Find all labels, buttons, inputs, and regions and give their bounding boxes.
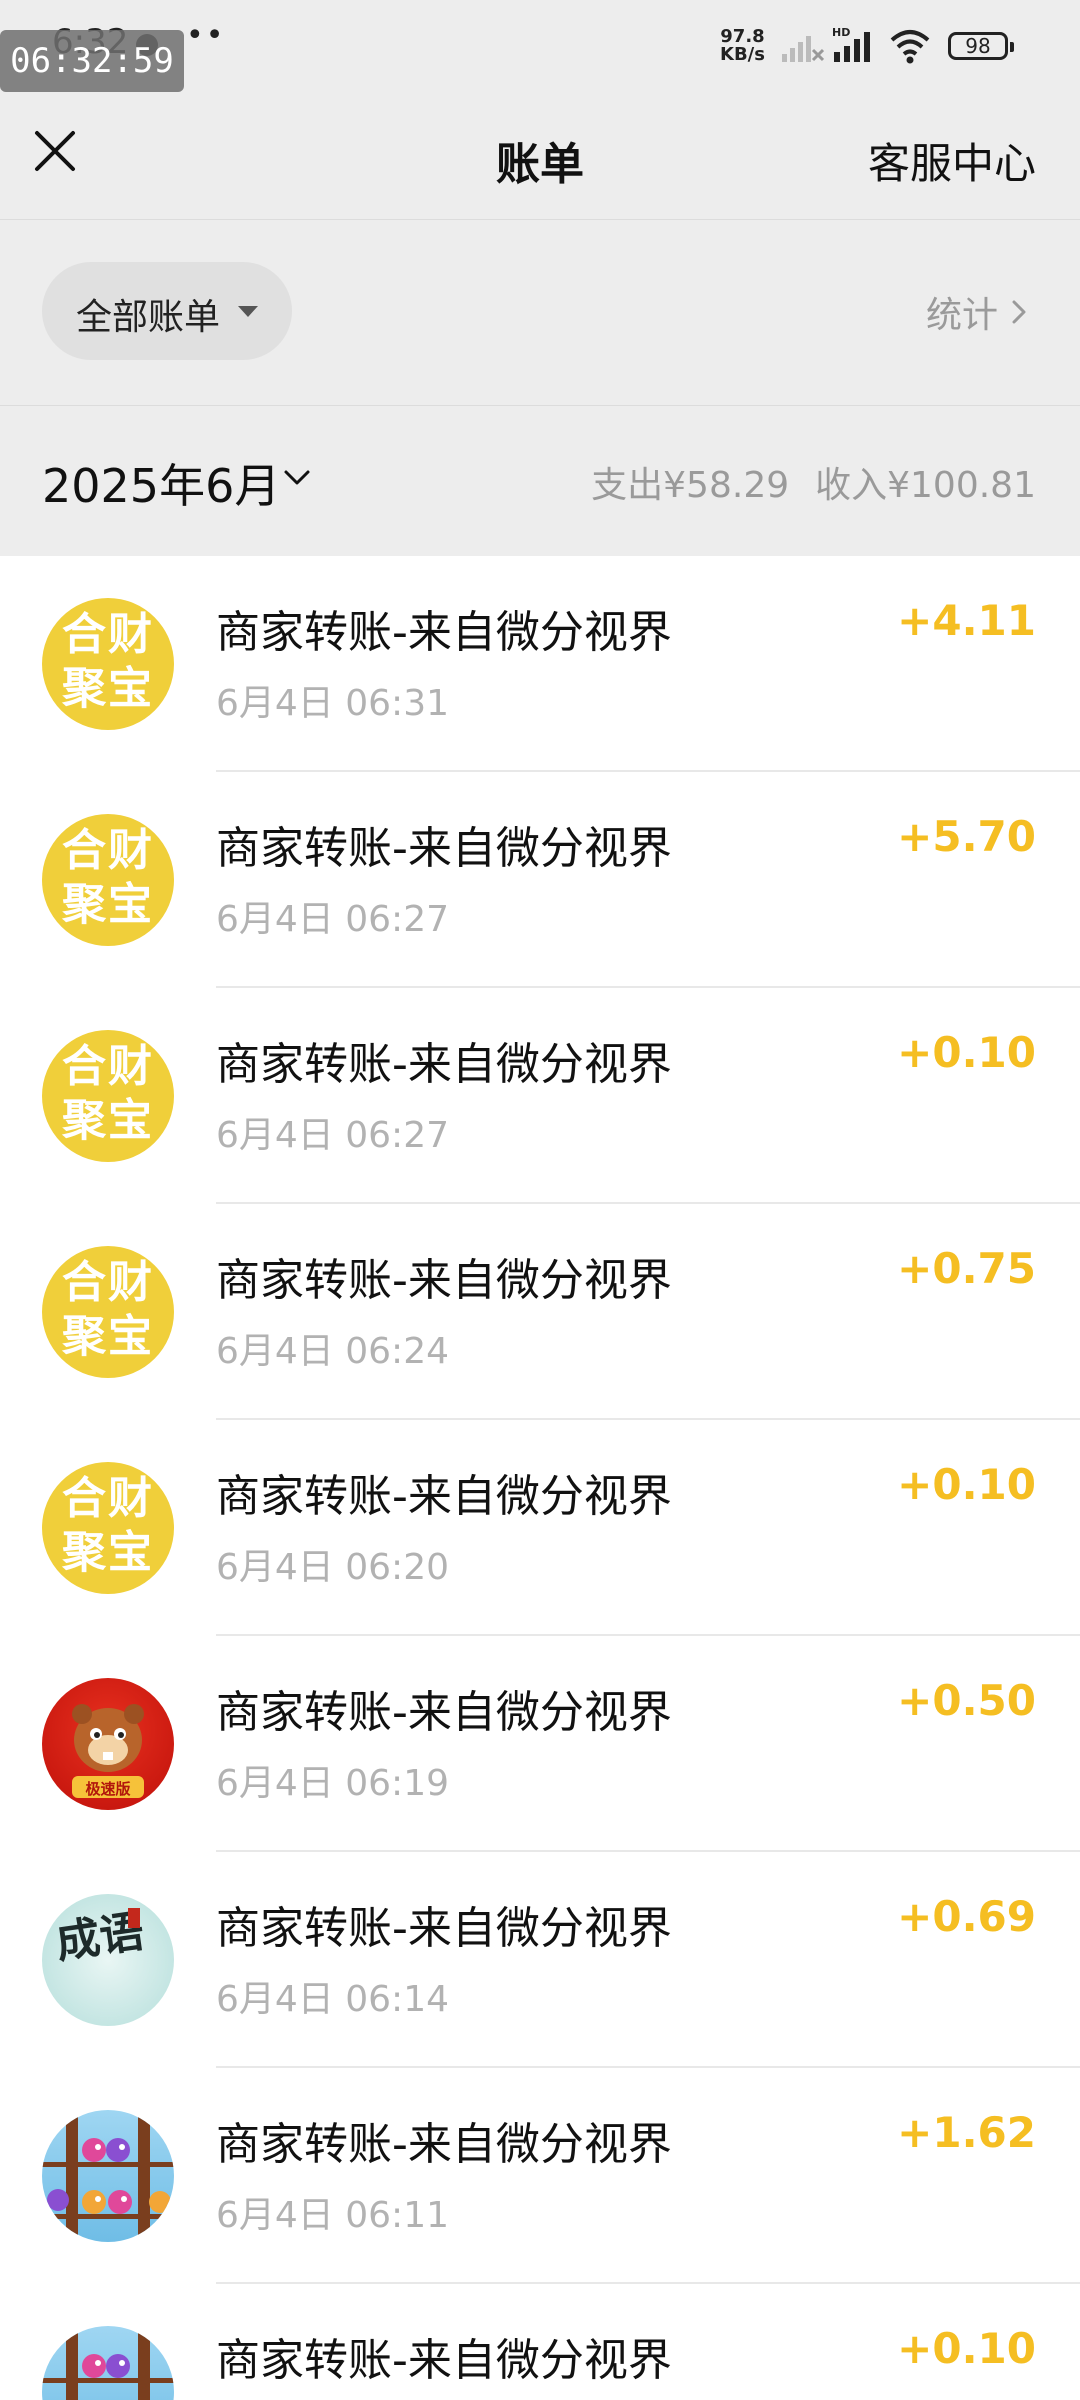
- bill-title: 商家转账-来自微分视界: [216, 823, 672, 874]
- signal-weak-icon: [782, 36, 824, 62]
- avatar-text: 合财 聚宝: [62, 1041, 154, 1146]
- bill-title: 商家转账-来自微分视界: [216, 2119, 672, 2170]
- bill-amount: +0.10: [897, 1028, 1036, 1077]
- status-bar: 6:32 •• 06:32:59 97.8 KB/s HD 98: [0, 0, 1080, 92]
- bill-amount: +4.11: [897, 596, 1036, 645]
- bill-time: 6月4日 06:20: [216, 1547, 449, 1588]
- month-expense: 支出¥58.29: [591, 465, 790, 506]
- seal-icon: [128, 1908, 140, 1928]
- bill-row[interactable]: 合财 聚宝 商家转账-来自微分视界 6月4日 06:24 +0.75: [0, 1204, 1080, 1420]
- month-summary: 支出¥58.29 收入¥100.81: [591, 456, 1036, 508]
- bird-sort-game-icon: [42, 2110, 174, 2242]
- network-speed-unit: KB/s: [720, 44, 765, 65]
- gold-treasure-icon: 合财 聚宝: [42, 1246, 174, 1378]
- bill-amount: +0.10: [897, 2324, 1036, 2373]
- bill-title: 商家转账-来自微分视界: [216, 1039, 672, 1090]
- caret-down-icon: [238, 306, 258, 317]
- bill-amount: +5.70: [897, 812, 1036, 861]
- floating-clock-overlay: 06:32:59: [0, 30, 184, 92]
- bill-row[interactable]: 成语 商家转账-来自微分视界 6月4日 06:14 +0.69: [0, 1852, 1080, 2068]
- bill-title: 商家转账-来自微分视界: [216, 1903, 672, 1954]
- bill-title: 商家转账-来自微分视界: [216, 1687, 672, 1738]
- avatar-text: 合财 聚宝: [62, 1257, 154, 1362]
- avatar-text: 合财 聚宝: [62, 609, 154, 714]
- bill-time: 6月4日 06:14: [216, 1979, 449, 2020]
- bill-row[interactable]: 合财 聚宝 商家转账-来自微分视界 6月4日 06:31 +4.11: [0, 556, 1080, 772]
- bill-amount: +1.62: [897, 2108, 1036, 2157]
- bill-row[interactable]: 合财 聚宝 商家转账-来自微分视界 6月4日 06:27 +0.10: [0, 988, 1080, 1204]
- beaver-mascot-icon: 极速版: [42, 1678, 174, 1810]
- gold-treasure-icon: 合财 聚宝: [42, 814, 174, 946]
- bill-type-filter-button[interactable]: 全部账单: [42, 262, 292, 360]
- bill-list: 合财 聚宝 商家转账-来自微分视界 6月4日 06:31 +4.11 合财 聚宝 商家转账…: [0, 556, 1080, 2400]
- bill-title: 商家转账-来自微分视界: [216, 607, 672, 658]
- statistics-label: 统计: [925, 295, 998, 336]
- avatar-text: 成语: [52, 1905, 148, 1969]
- customer-service-link[interactable]: 客服中心: [868, 130, 1036, 191]
- bill-time: 6月4日 06:19: [216, 1763, 449, 1804]
- bill-title: 商家转账-来自微分视界: [216, 1255, 672, 1306]
- bill-title: 商家转账-来自微分视界: [216, 2335, 672, 2386]
- bill-amount: +0.69: [897, 1892, 1036, 1941]
- battery-icon: 98: [948, 32, 1014, 60]
- bill-amount: +0.75: [897, 1244, 1036, 1293]
- signal-hd-label: HD: [832, 26, 850, 39]
- bill-row[interactable]: 合财 聚宝 商家转账-来自微分视界 6月4日 06:20 +0.10: [0, 1420, 1080, 1636]
- bill-time: 6月4日 06:27: [216, 899, 449, 940]
- bird-sort-game-icon: [42, 2326, 174, 2400]
- bill-row[interactable]: 商家转账-来自微分视界 6月4日 06:11 +1.62: [0, 2068, 1080, 2284]
- gold-treasure-icon: 合财 聚宝: [42, 1462, 174, 1594]
- filter-bar: 全部账单 统计: [0, 220, 1080, 405]
- bill-amount: +0.50: [897, 1676, 1036, 1725]
- statistics-link[interactable]: 统计: [926, 286, 1032, 338]
- wifi-icon: [890, 30, 930, 64]
- month-income: 收入¥100.81: [815, 465, 1036, 506]
- chevron-down-icon[interactable]: [282, 468, 312, 488]
- nav-bar: 账单 客服中心: [0, 92, 1080, 220]
- month-header: 2025年6月 支出¥58.29 收入¥100.81: [0, 406, 1080, 556]
- avatar-text: 合财 聚宝: [62, 825, 154, 930]
- bill-type-filter-label: 全部账单: [76, 297, 221, 338]
- idiom-game-icon: 成语: [42, 1894, 174, 2026]
- bill-row[interactable]: 商家转账-来自微分视界 +0.10: [0, 2284, 1080, 2400]
- gold-treasure-icon: 合财 聚宝: [42, 1030, 174, 1162]
- bill-time: 6月4日 06:27: [216, 1115, 449, 1156]
- chevron-right-icon: [1012, 300, 1026, 324]
- network-speed: 97.8 KB/s: [720, 28, 765, 64]
- avatar-text: 极速版: [85, 1780, 131, 1798]
- bill-row[interactable]: 极速版 商家转账-来自微分视界 6月4日 06:19 +0.50: [0, 1636, 1080, 1852]
- status-more-icon: ••: [186, 18, 226, 53]
- bill-amount: +0.10: [897, 1460, 1036, 1509]
- bill-time: 6月4日 06:24: [216, 1331, 449, 1372]
- month-selector[interactable]: 2025年6月: [42, 450, 280, 516]
- avatar-text: 合财 聚宝: [62, 1473, 154, 1578]
- signal-hd-icon: HD: [832, 26, 870, 62]
- bill-time: 6月4日 06:11: [216, 2195, 449, 2236]
- bill-row[interactable]: 合财 聚宝 商家转账-来自微分视界 6月4日 06:27 +5.70: [0, 772, 1080, 988]
- gold-treasure-icon: 合财 聚宝: [42, 598, 174, 730]
- bill-title: 商家转账-来自微分视界: [216, 1471, 672, 1522]
- bill-time: 6月4日 06:31: [216, 683, 449, 724]
